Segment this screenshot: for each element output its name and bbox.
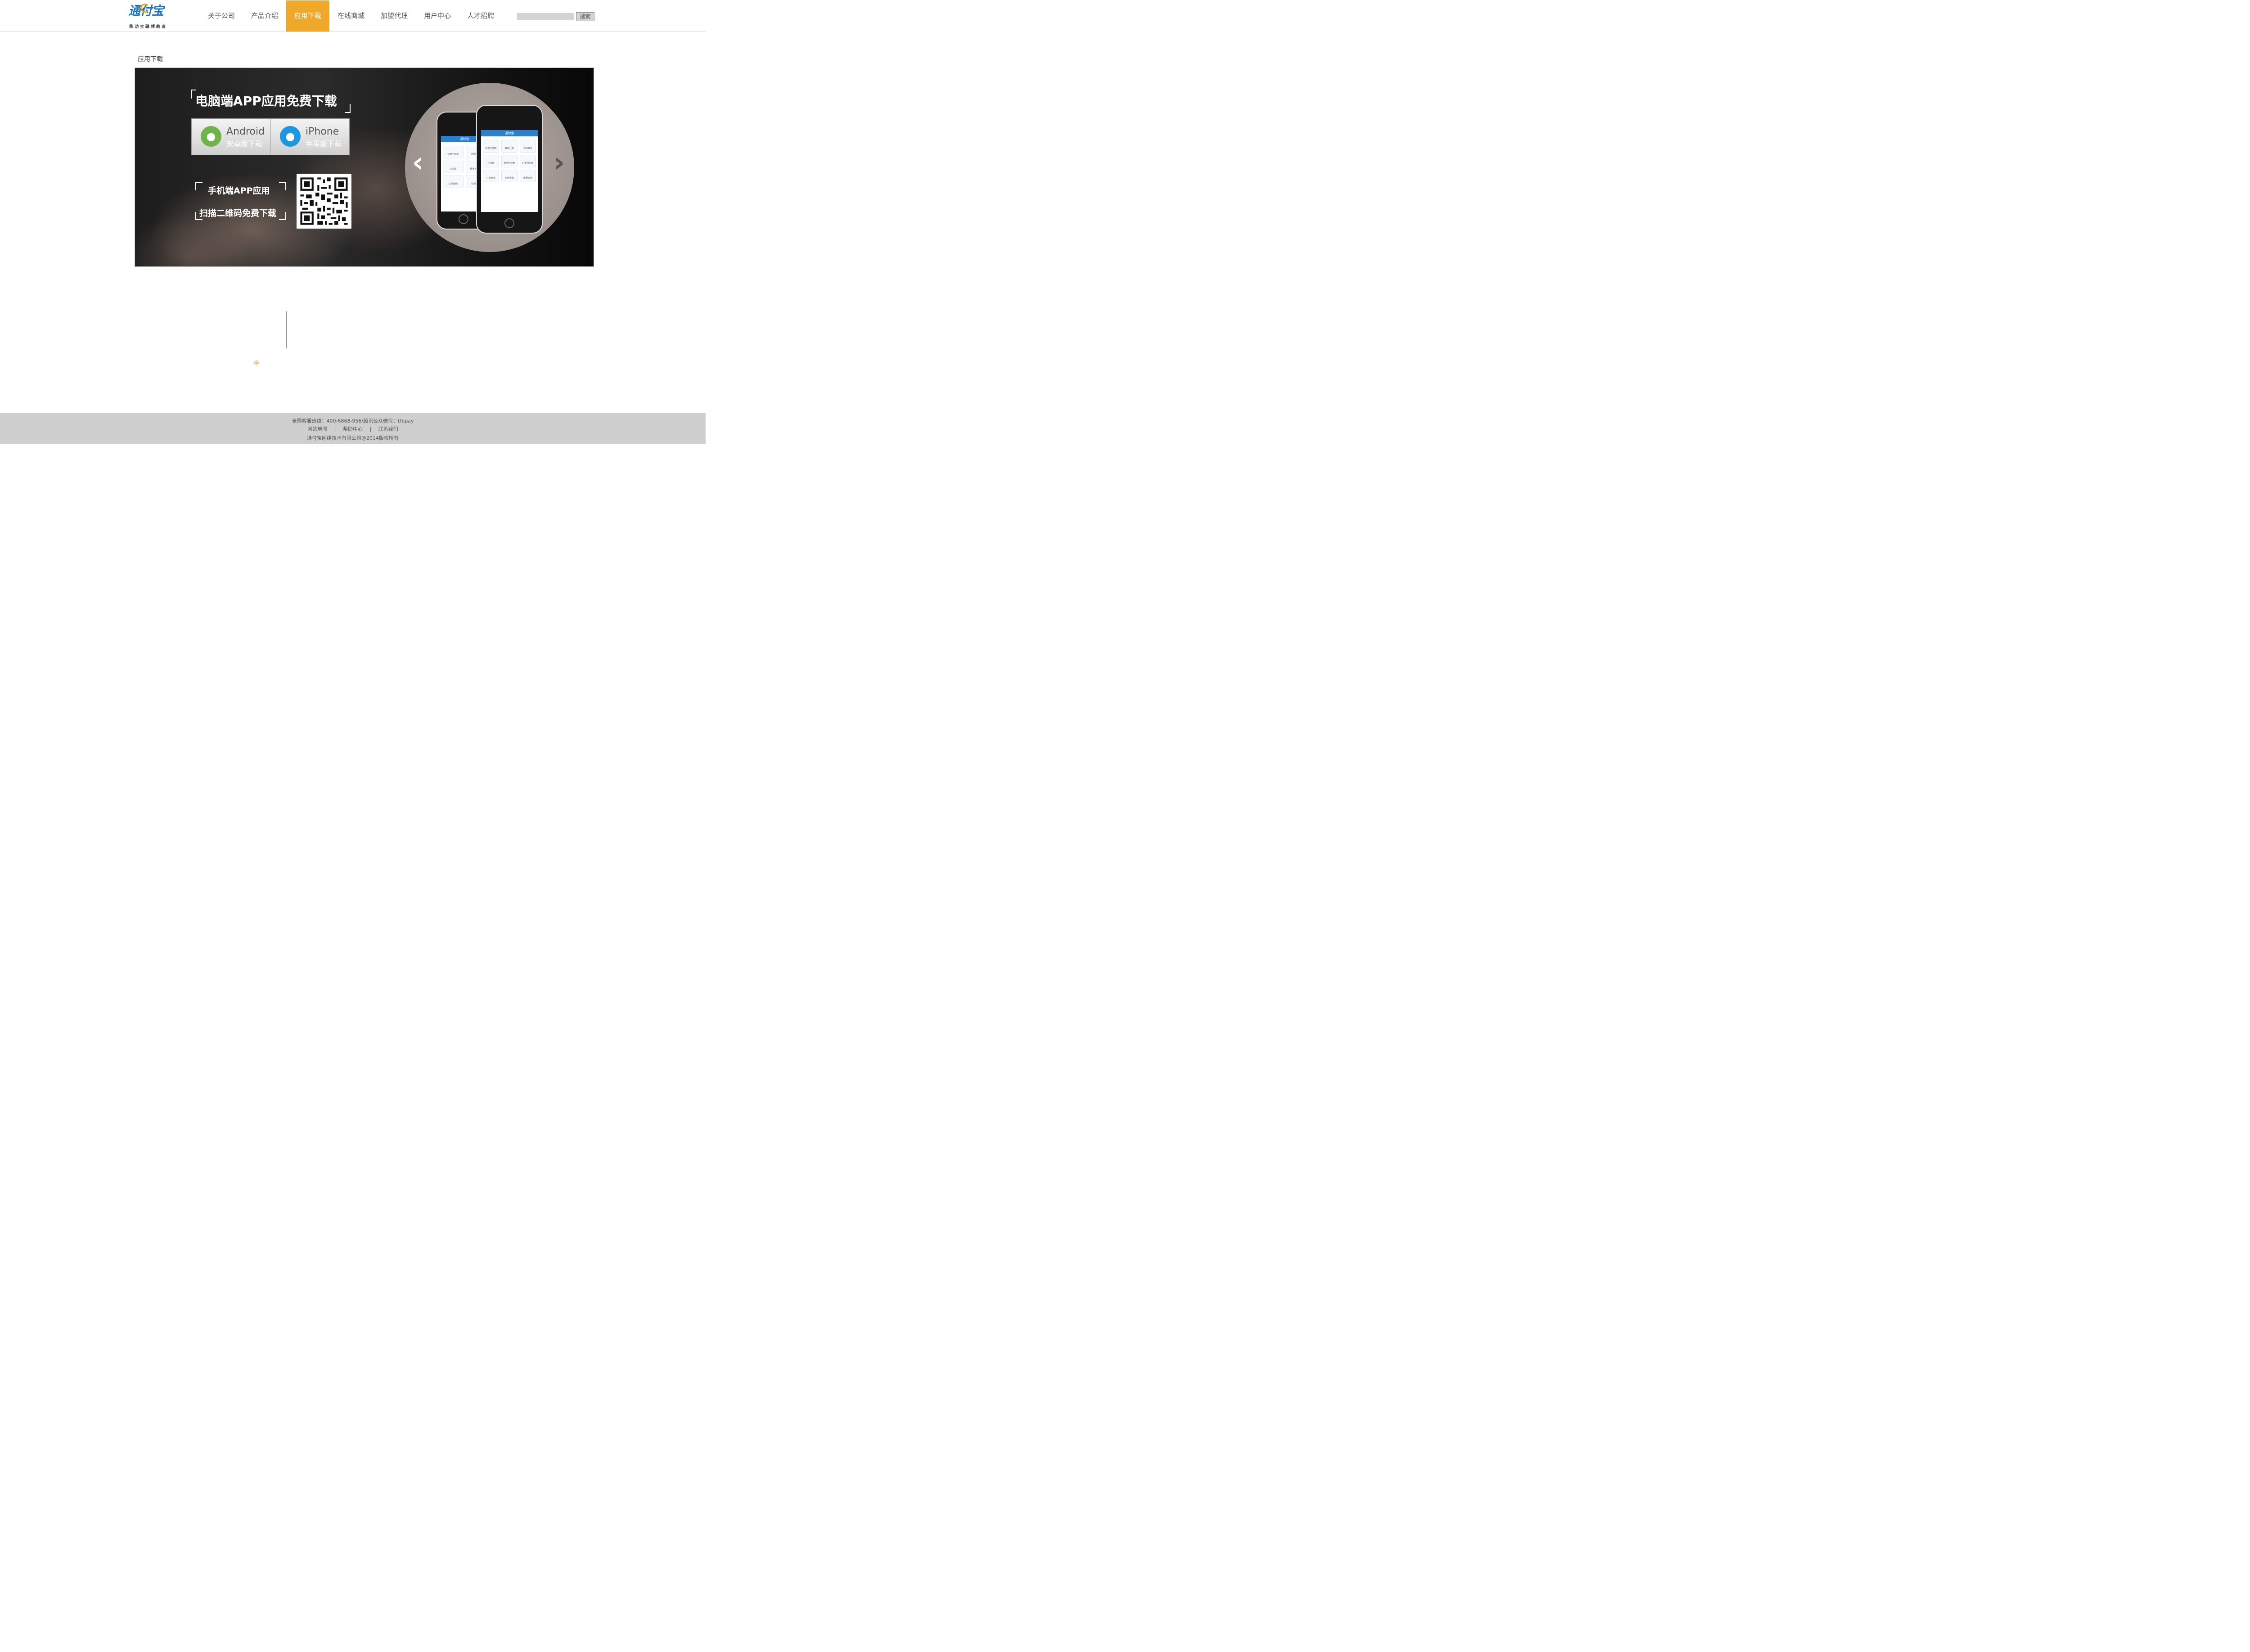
phone-mockup-front: 通付宝 信用卡还款 转账汇款 我的钱包 还贷款 现金抵用券 订单号付款 订单查询…: [476, 105, 543, 234]
app-tile: 订单号付款: [520, 155, 536, 167]
mobile-app-label: 手机端APP应用: [208, 186, 270, 196]
banner-heading: 电脑端APP应用免费下载: [195, 94, 337, 108]
app-tile: 我的钱包: [520, 140, 536, 153]
android-icon: ●: [201, 126, 221, 147]
iphone-subtitle: 苹果版下载: [306, 140, 342, 148]
scan-qr-label: 扫描二维码免费下载: [199, 208, 277, 218]
qr-code-icon: [297, 174, 351, 229]
app-tile: 还贷款: [483, 155, 499, 167]
qr-code: [297, 174, 351, 229]
android-download-button[interactable]: ● Android 安卓版下载: [192, 119, 271, 155]
apple-icon: ●: [280, 126, 301, 147]
nav-item-user-center[interactable]: 用户中心: [416, 0, 459, 32]
footer-separator: |: [369, 426, 372, 432]
app-tile: 信用卡还款: [443, 146, 464, 158]
footer-copyright: 通付宝网络技术有限公司@2014版权所有: [307, 435, 399, 441]
main-nav: 关于公司 产品介绍 应用下载 在线商城 加盟代理 用户中心 人才招聘: [200, 0, 502, 32]
site-footer: 全国客服热线：400-6868-956/腾讯公众微信：tfbpay 网站地图 |…: [0, 413, 706, 444]
android-title: Android: [226, 126, 265, 137]
pager-dot-icon[interactable]: [254, 360, 259, 365]
logo-mark-icon: [140, 4, 149, 13]
app-tile: 余额查询: [520, 170, 536, 182]
nav-item-products[interactable]: 产品介绍: [243, 0, 286, 32]
footer-link-sitemap[interactable]: 网站地图: [307, 426, 327, 432]
logo[interactable]: 通付宝 移动金融领航者: [128, 1, 169, 30]
nav-item-careers[interactable]: 人才招聘: [459, 0, 502, 32]
download-banner: 电脑端APP应用免费下载 ● Android 安卓版下载 ● iPhone 苹果…: [135, 68, 594, 267]
app-title-bar: 通付宝: [481, 130, 538, 136]
logo-slogan: 移动金融领航者: [129, 25, 167, 29]
bracket-decoration: [279, 182, 286, 190]
footer-link-help[interactable]: 帮助中心: [343, 426, 363, 432]
iphone-title: iPhone: [306, 126, 339, 137]
bracket-decoration: [345, 104, 351, 113]
home-button-icon: [459, 214, 468, 224]
iphone-download-button[interactable]: ● iPhone 苹果版下载: [271, 119, 350, 155]
footer-hotline: 全国客服热线：400-6868-956/腾讯公众微信：tfbpay: [292, 418, 414, 424]
chevron-right-icon[interactable]: ›: [554, 149, 565, 176]
bracket-decoration: [279, 212, 286, 220]
app-tile: 现金抵用券: [501, 155, 518, 167]
footer-separator: |: [334, 426, 336, 432]
bracket-decoration: [195, 182, 202, 190]
app-tiles: 信用卡还款 转账汇款 我的钱包 还贷款 现金抵用券 订单号付款 订单查询 快递查…: [483, 140, 536, 182]
chevron-left-icon[interactable]: ‹: [412, 149, 423, 176]
search-input[interactable]: [517, 13, 574, 20]
site-header: 通付宝 移动金融领航者 关于公司 产品介绍 应用下载 在线商城 加盟代理 用户中…: [0, 0, 706, 32]
nav-item-downloads[interactable]: 应用下载: [286, 0, 330, 32]
search-button[interactable]: 搜索: [576, 12, 594, 21]
download-buttons: ● Android 安卓版下载 ● iPhone 苹果版下载: [191, 118, 350, 155]
android-subtitle: 安卓版下载: [226, 140, 263, 148]
nav-item-about[interactable]: 关于公司: [200, 0, 243, 32]
phone-screen: 通付宝 信用卡还款 转账汇款 我的钱包 还贷款 现金抵用券 订单号付款 订单查询…: [481, 130, 538, 212]
page-title: 应用下载: [138, 56, 163, 63]
home-button-icon: [504, 218, 514, 228]
nav-item-mall[interactable]: 在线商城: [329, 0, 373, 32]
nav-item-franchise[interactable]: 加盟代理: [373, 0, 416, 32]
app-tile: 订单查询: [483, 170, 499, 182]
app-tile: 还贷款: [443, 161, 464, 173]
divider: [286, 311, 287, 348]
app-tile: 订单查询: [443, 176, 464, 188]
app-tile: 信用卡还款: [483, 140, 499, 153]
footer-link-contact[interactable]: 联系我们: [378, 426, 398, 432]
footer-links: 网站地图 | 帮助中心 | 联系我们: [0, 425, 706, 432]
app-tile: 转账汇款: [501, 140, 518, 153]
app-tile: 快递查询: [501, 170, 518, 182]
